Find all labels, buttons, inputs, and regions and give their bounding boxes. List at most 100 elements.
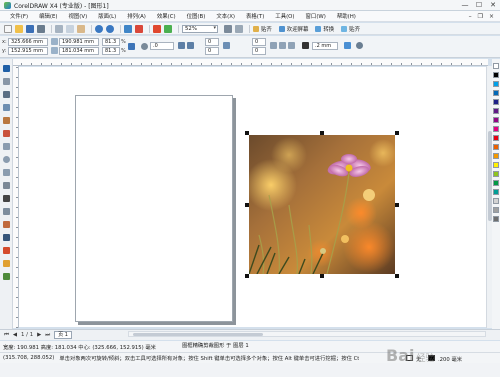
ellipse-tool-icon[interactable]	[3, 156, 10, 163]
round-corner-icon[interactable]	[270, 42, 277, 49]
cut-icon[interactable]	[55, 24, 63, 33]
palette-swatch[interactable]	[493, 180, 499, 186]
save-icon[interactable]	[26, 24, 34, 33]
horizontal-ruler[interactable]	[11, 59, 488, 66]
rectangle-tool-icon[interactable]	[3, 143, 10, 150]
palette-swatch[interactable]	[493, 171, 499, 177]
coreldraw-app-icon[interactable]	[4, 1, 11, 9]
basic-shapes-icon[interactable]	[3, 182, 10, 189]
palette-swatch[interactable]	[493, 162, 499, 168]
width-input[interactable]: 190.981 mm	[59, 38, 99, 46]
shape-tool-icon[interactable]	[3, 78, 10, 85]
zoom-level-select[interactable]: 52%	[182, 24, 218, 33]
selection-handle-bottom-left[interactable]	[245, 274, 249, 278]
horizontal-scrollbar[interactable]	[128, 331, 486, 337]
menu-table[interactable]: 表格(T)	[246, 12, 264, 20]
import-icon[interactable]	[124, 24, 132, 33]
copy-icon[interactable]	[66, 24, 74, 33]
undo-icon[interactable]	[95, 24, 103, 33]
selection-handle-bottom[interactable]	[320, 274, 324, 278]
menu-help[interactable]: 帮助(H)	[337, 12, 356, 20]
blend-tool-icon[interactable]	[3, 221, 10, 228]
selection-handle-top[interactable]	[320, 131, 324, 135]
selection-handle-top-left[interactable]	[245, 131, 249, 135]
palette-swatch[interactable]	[493, 153, 499, 159]
last-page-icon[interactable]: ⏭	[45, 332, 50, 339]
fill-tool-icon[interactable]	[3, 260, 10, 267]
menu-effects[interactable]: 效果(C)	[157, 12, 176, 20]
wrap-text-icon[interactable]	[344, 42, 351, 49]
chamfer-corner-icon[interactable]	[288, 42, 295, 49]
palette-swatch[interactable]	[493, 99, 499, 105]
snap-to-button[interactable]: 贴齐	[253, 25, 272, 33]
freehand-tool-icon[interactable]	[3, 117, 10, 124]
scale-y-input[interactable]: 81.3	[102, 47, 120, 55]
close-button[interactable]: ✕	[486, 0, 500, 11]
height-input[interactable]: 181.034 mm	[59, 47, 99, 55]
options-icon[interactable]	[235, 24, 243, 33]
palette-swatch[interactable]	[493, 135, 499, 141]
export-icon[interactable]	[135, 24, 143, 33]
welcome-screen-button[interactable]: 欢迎屏幕	[278, 25, 308, 33]
page-tab-1[interactable]: 页 1	[54, 331, 72, 339]
selection-handle-right[interactable]	[395, 203, 399, 207]
mirror-horizontal-icon[interactable]	[178, 42, 185, 49]
pick-tool-icon[interactable]	[3, 65, 10, 72]
x-position-input[interactable]: 325.666 mm	[8, 38, 48, 46]
menu-arrange[interactable]: 排列(A)	[127, 12, 146, 20]
palette-swatch[interactable]	[493, 117, 499, 123]
menu-tools[interactable]: 工具(O)	[275, 12, 294, 20]
palette-swatch[interactable]	[493, 144, 499, 150]
palette-swatch[interactable]	[493, 189, 499, 195]
flower-photo[interactable]	[249, 135, 395, 274]
prev-page-icon[interactable]: ◀	[13, 332, 17, 338]
doc-restore-icon[interactable]: ❐	[478, 13, 483, 20]
menu-edit[interactable]: 编辑(E)	[39, 12, 57, 20]
y-position-input[interactable]: 152.915 mm	[8, 47, 48, 55]
polygon-tool-icon[interactable]	[3, 169, 10, 176]
mirror-vertical-icon[interactable]	[187, 42, 194, 49]
menu-file[interactable]: 文件(F)	[10, 12, 28, 20]
maximize-button[interactable]: ☐	[472, 0, 486, 11]
document-page[interactable]	[75, 95, 233, 322]
outline-tool-icon[interactable]	[3, 247, 10, 254]
offset-input-1[interactable]: 0	[205, 38, 219, 46]
full-screen-preview-icon[interactable]	[224, 24, 232, 33]
menu-text[interactable]: 文本(X)	[216, 12, 235, 20]
offset-input-4[interactable]: 0	[252, 47, 266, 55]
first-page-icon[interactable]: ⏮	[4, 332, 9, 339]
print-icon[interactable]	[37, 24, 45, 33]
selection-handle-top-right[interactable]	[395, 131, 399, 135]
palette-swatch[interactable]	[493, 126, 499, 132]
menu-window[interactable]: 窗口(W)	[306, 12, 326, 20]
corel-launcher-icon[interactable]	[153, 24, 161, 33]
menu-view[interactable]: 视图(V)	[69, 12, 88, 20]
scale-x-input[interactable]: 81.3	[102, 38, 120, 46]
scallop-corner-icon[interactable]	[279, 42, 286, 49]
zoom-tool-icon[interactable]	[3, 104, 10, 111]
palette-swatch[interactable]	[493, 108, 499, 114]
new-document-icon[interactable]	[4, 24, 12, 33]
corner-lock-icon[interactable]	[223, 42, 230, 49]
smart-fill-icon[interactable]	[3, 130, 10, 137]
horizontal-scroll-thumb[interactable]	[133, 333, 263, 336]
selection-handle-bottom-right[interactable]	[395, 274, 399, 278]
palette-swatch[interactable]	[493, 72, 499, 78]
palette-swatch[interactable]	[493, 207, 499, 213]
selection-handle-left[interactable]	[245, 203, 249, 207]
paste-snap-button[interactable]: 贴齐	[341, 25, 360, 33]
palette-swatch[interactable]	[493, 216, 499, 222]
rotation-input[interactable]: .0	[150, 42, 174, 50]
welcome-icon[interactable]	[164, 24, 172, 33]
crop-tool-icon[interactable]	[3, 91, 10, 98]
lock-ratio-icon[interactable]	[128, 43, 135, 50]
outline-width-select[interactable]: .2 mm	[312, 42, 338, 50]
eyedropper-tool-icon[interactable]	[3, 234, 10, 241]
minimize-button[interactable]: —	[458, 0, 472, 11]
palette-swatch[interactable]	[493, 81, 499, 87]
menu-layout[interactable]: 版面(L)	[98, 12, 116, 20]
next-page-icon[interactable]: ▶	[37, 332, 41, 338]
table-tool-icon[interactable]	[3, 208, 10, 215]
redo-icon[interactable]	[106, 24, 114, 33]
menu-bitmaps[interactable]: 位图(B)	[187, 12, 206, 20]
